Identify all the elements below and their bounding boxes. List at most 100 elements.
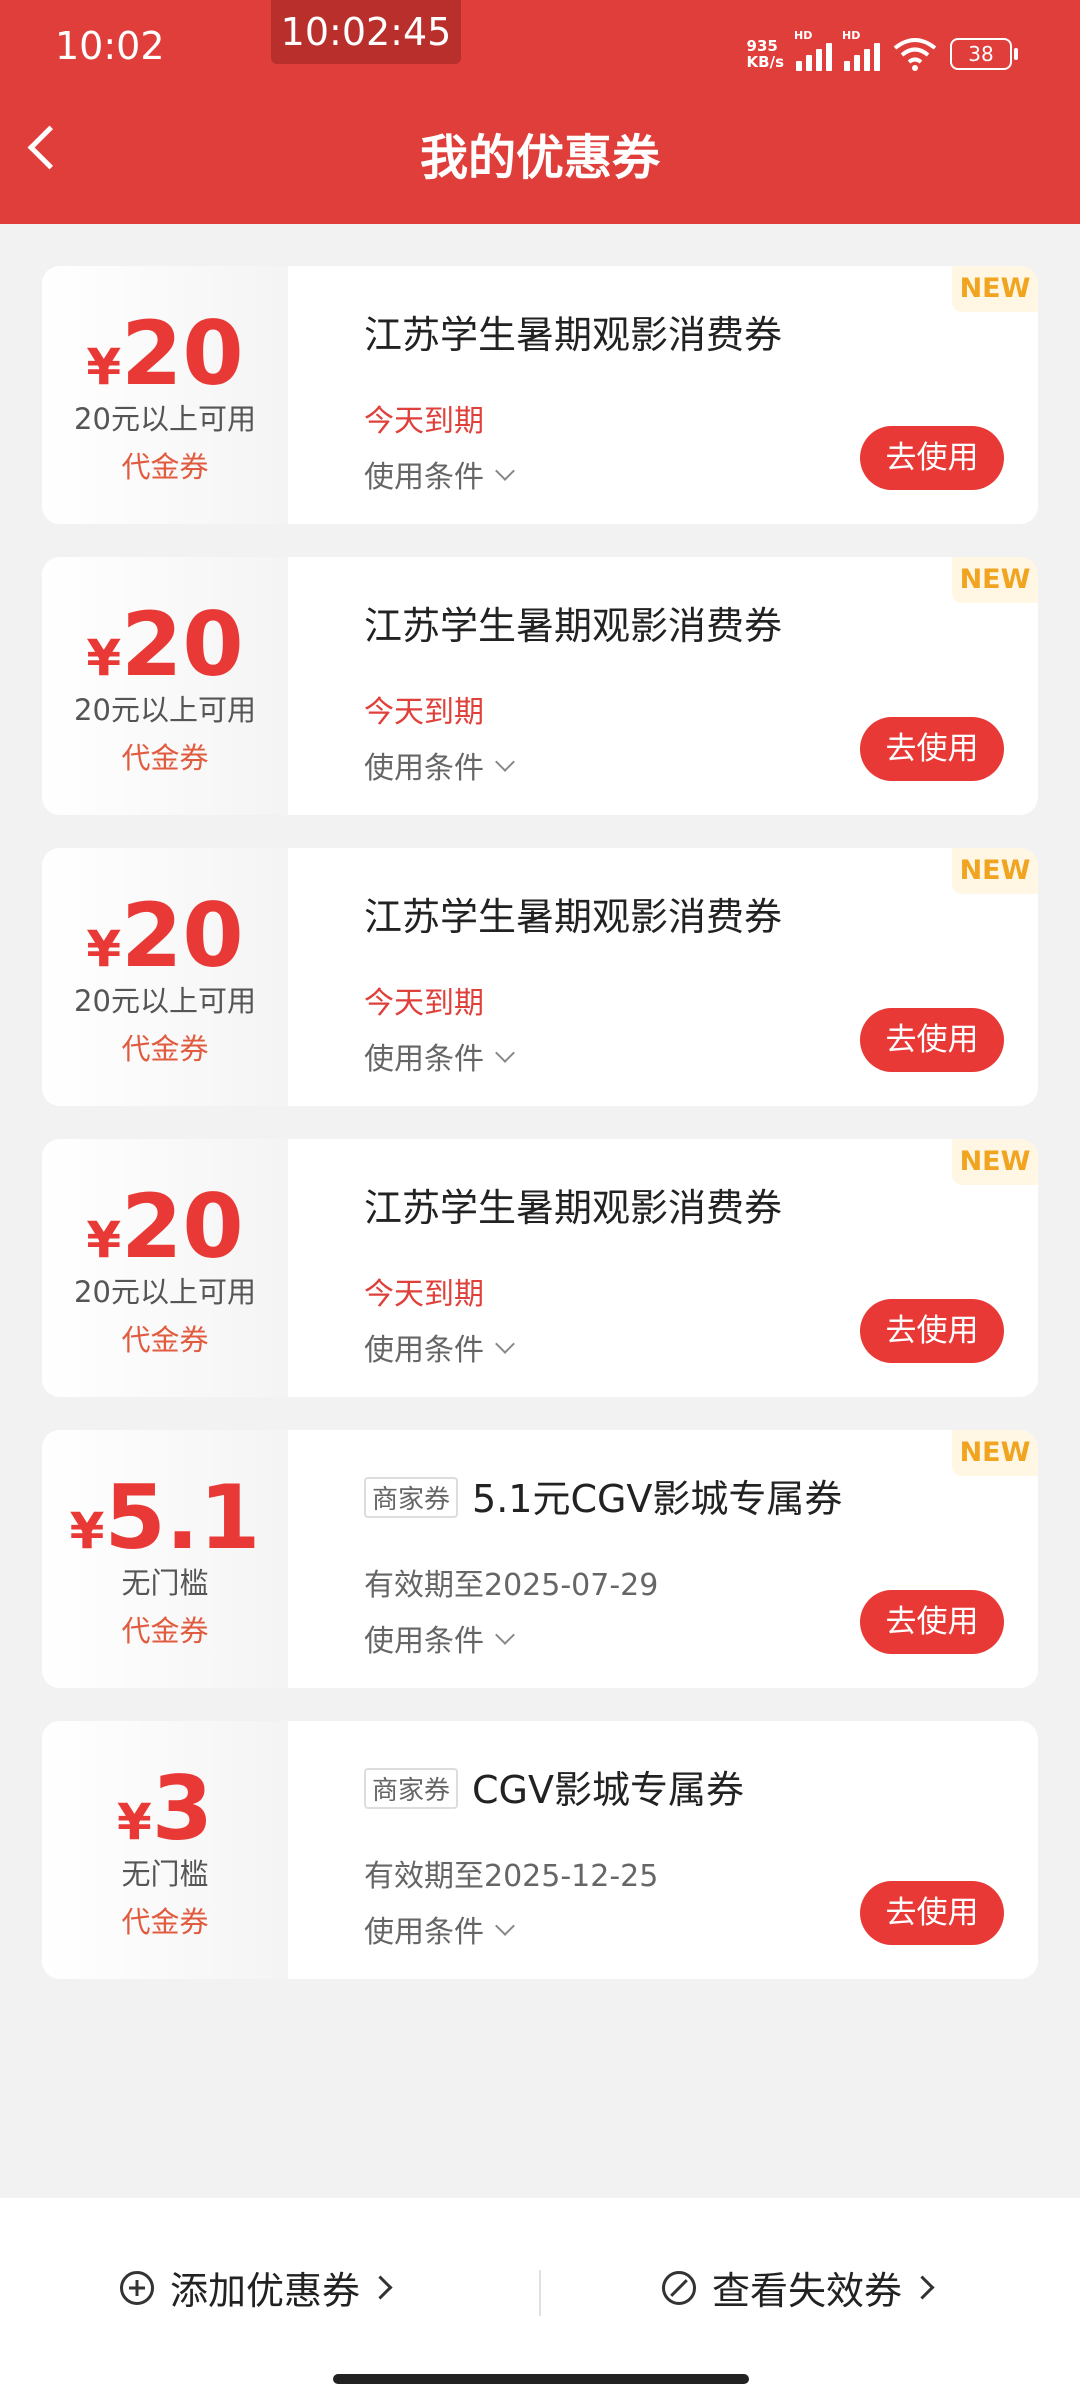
coupon-amount: ¥20 [42, 593, 288, 696]
coupon-amount: ¥3 [42, 1757, 288, 1860]
usage-conditions-toggle[interactable]: 使用条件 [364, 1325, 515, 1369]
add-coupon-label: 添加优惠券 [170, 2269, 361, 2313]
coupon-amount-value: 20 [121, 302, 244, 405]
use-coupon-button[interactable]: 去使用 [860, 1590, 1004, 1654]
new-badge: NEW [952, 848, 1038, 894]
usage-conditions-label: 使用条件 [364, 460, 484, 495]
usage-conditions-toggle[interactable]: 使用条件 [364, 1034, 515, 1078]
coupon-value-panel: ¥20 20元以上可用 代金券 [42, 1139, 288, 1397]
coupon-value-panel: ¥20 20元以上可用 代金券 [42, 848, 288, 1106]
coupon-amount: ¥5.1 [42, 1466, 288, 1569]
footer-bar: 添加优惠券 查看失效券 [0, 2198, 1080, 2400]
chevron-down-icon [495, 1916, 515, 1936]
chevron-down-icon [495, 1043, 515, 1063]
coupon-threshold: 无门槛 [121, 1566, 209, 1600]
coupon-type: 代金券 [121, 1614, 209, 1648]
add-coupon-button[interactable]: 添加优惠券 [120, 2260, 393, 2315]
coupon-card: ¥5.1 无门槛 代金券 商家券 5.1元CGV影城专属券 有效期至2025-07… [42, 1430, 1038, 1688]
coupon-threshold: 20元以上可用 [74, 402, 256, 436]
status-icons: 935 KB/s HD HD 38 [747, 29, 1018, 74]
yen-symbol: ¥ [86, 338, 122, 396]
usage-conditions-toggle[interactable]: 使用条件 [364, 452, 515, 496]
status-time: 10:02 [55, 24, 165, 68]
coupon-amount: ¥20 [42, 302, 288, 405]
use-coupon-button[interactable]: 去使用 [860, 1881, 1004, 1945]
use-coupon-button[interactable]: 去使用 [860, 717, 1004, 781]
coupon-card: ¥20 20元以上可用 代金券 江苏学生暑期观影消费券 今天到期 使用条件 去使… [42, 848, 1038, 1106]
use-coupon-button[interactable]: 去使用 [860, 1008, 1004, 1072]
coupon-value-panel: ¥3 无门槛 代金券 [42, 1721, 288, 1979]
merchant-tag: 商家券 [364, 1477, 459, 1518]
coupon-expiry: 今天到期 [364, 404, 484, 439]
signal-icon: HD [842, 29, 880, 71]
yen-symbol: ¥ [69, 1502, 105, 1560]
new-badge: NEW [952, 1139, 1038, 1185]
coupon-amount-value: 3 [151, 1757, 214, 1860]
coupon-list: ¥20 20元以上可用 代金券 江苏学生暑期观影消费券 今天到期 使用条件 去使… [42, 266, 1038, 2012]
use-coupon-button[interactable]: 去使用 [860, 426, 1004, 490]
coupon-type: 代金券 [121, 741, 209, 775]
signal-hd-label: HD [794, 29, 813, 42]
coupon-type: 代金券 [121, 450, 209, 484]
coupon-value-panel: ¥20 20元以上可用 代金券 [42, 266, 288, 524]
coupon-type: 代金券 [121, 1905, 209, 1939]
chevron-down-icon [495, 1334, 515, 1354]
coupon-info: 江苏学生暑期观影消费券 今天到期 使用条件 去使用 NEW [288, 266, 1038, 524]
home-indicator[interactable] [333, 2374, 749, 2384]
battery-icon: 38 [950, 38, 1018, 70]
coupon-expiry: 有效期至2025-07-29 [364, 1568, 659, 1603]
plus-circle-icon [120, 2270, 154, 2305]
coupon-threshold: 20元以上可用 [74, 693, 256, 727]
coupon-title-row: 商家券 CGV影城专属券 [364, 1759, 744, 1814]
network-speed-unit: KB/s [746, 53, 784, 71]
coupon-title: CGV影城专属券 [472, 1768, 744, 1812]
coupon-value-panel: ¥5.1 无门槛 代金券 [42, 1430, 288, 1688]
coupon-expiry: 今天到期 [364, 1277, 484, 1312]
coupon-type: 代金券 [121, 1032, 209, 1066]
coupon-info: 江苏学生暑期观影消费券 今天到期 使用条件 去使用 NEW [288, 557, 1038, 815]
usage-conditions-label: 使用条件 [364, 1333, 484, 1368]
network-speed: 935 KB/s [747, 38, 784, 70]
yen-symbol: ¥ [86, 629, 122, 687]
header-bar: 10:02 10:02:45 935 KB/s HD HD 38 我的优惠券 [0, 0, 1080, 224]
coupon-info: 商家券 CGV影城专属券 有效期至2025-12-25 使用条件 去使用 [288, 1721, 1038, 1979]
coupon-amount-value: 5.1 [104, 1466, 261, 1569]
coupon-title: 江苏学生暑期观影消费券 [364, 313, 783, 357]
coupon-type: 代金券 [121, 1323, 209, 1357]
chevron-down-icon [495, 461, 515, 481]
ban-icon [662, 2270, 696, 2305]
yen-symbol: ¥ [86, 1211, 122, 1269]
yen-symbol: ¥ [116, 1793, 152, 1851]
usage-conditions-toggle[interactable]: 使用条件 [364, 1907, 515, 1951]
coupon-info: 商家券 5.1元CGV影城专属券 有效期至2025-07-29 使用条件 去使用 … [288, 1430, 1038, 1688]
coupon-expiry: 有效期至2025-12-25 [364, 1859, 659, 1894]
usage-conditions-toggle[interactable]: 使用条件 [364, 1616, 515, 1660]
signal-icon: HD [794, 29, 832, 71]
footer-divider [539, 2270, 541, 2316]
usage-conditions-toggle[interactable]: 使用条件 [364, 743, 515, 787]
page-title: 我的优惠券 [419, 130, 660, 186]
coupon-amount-value: 20 [121, 884, 244, 987]
coupon-title: 5.1元CGV影城专属券 [472, 1477, 843, 1521]
coupon-info: 江苏学生暑期观影消费券 今天到期 使用条件 去使用 NEW [288, 1139, 1038, 1397]
signal-hd-label: HD [842, 29, 861, 42]
coupon-title: 江苏学生暑期观影消费券 [364, 1186, 783, 1230]
coupon-threshold: 20元以上可用 [74, 984, 256, 1018]
coupon-value-panel: ¥20 20元以上可用 代金券 [42, 557, 288, 815]
chevron-down-icon [495, 1625, 515, 1645]
coupon-amount: ¥20 [42, 1175, 288, 1278]
usage-conditions-label: 使用条件 [364, 1624, 484, 1659]
coupon-expiry: 今天到期 [364, 695, 484, 730]
merchant-tag: 商家券 [364, 1768, 459, 1809]
usage-conditions-label: 使用条件 [364, 1042, 484, 1077]
coupon-info: 江苏学生暑期观影消费券 今天到期 使用条件 去使用 NEW [288, 848, 1038, 1106]
chevron-right-icon [368, 2275, 393, 2300]
coupon-amount: ¥20 [42, 884, 288, 987]
view-invalid-coupons-button[interactable]: 查看失效券 [662, 2260, 935, 2315]
coupon-title: 江苏学生暑期观影消费券 [364, 604, 783, 648]
coupon-amount-value: 20 [121, 593, 244, 696]
use-coupon-button[interactable]: 去使用 [860, 1299, 1004, 1363]
coupon-threshold: 20元以上可用 [74, 1275, 256, 1309]
usage-conditions-label: 使用条件 [364, 1915, 484, 1950]
coupon-amount-value: 20 [121, 1175, 244, 1278]
